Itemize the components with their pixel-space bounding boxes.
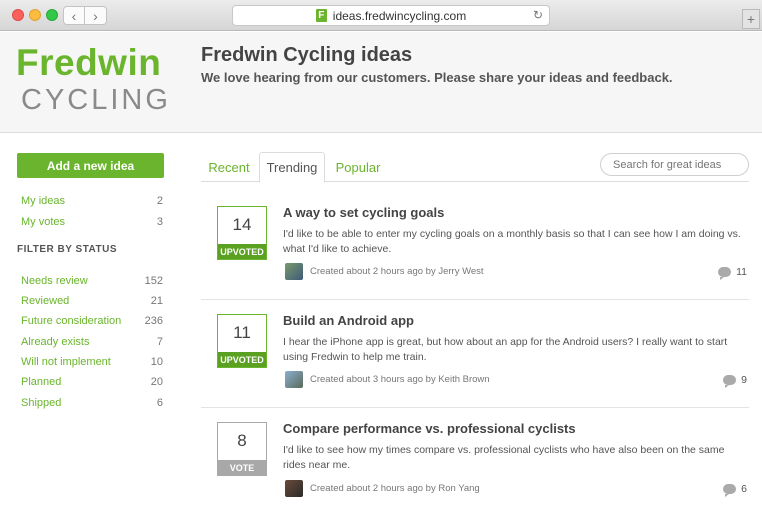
vote-count: 11 xyxy=(233,323,251,342)
comment-count-value: 11 xyxy=(736,266,747,278)
vote-button[interactable]: 8 VOTE xyxy=(217,422,267,476)
comment-icon xyxy=(718,267,732,280)
vote-count: 8 xyxy=(237,431,247,450)
idea-meta: Created about 2 hours ago by Jerry West xyxy=(310,266,484,277)
avatar xyxy=(285,480,303,497)
comment-count-value: 9 xyxy=(741,374,747,386)
sidebar-item-label: My ideas xyxy=(21,195,66,207)
tab-popular[interactable]: Popular xyxy=(327,152,389,183)
status-filter-label: Shipped xyxy=(21,397,62,409)
sidebar-item-label: My votes xyxy=(21,216,66,228)
status-filter-shipped[interactable]: Shipped 6 xyxy=(17,394,163,412)
status-filter-reviewed[interactable]: Reviewed 21 xyxy=(17,292,163,310)
sidebar-item-count: 2 xyxy=(156,195,163,207)
forward-button[interactable]: › xyxy=(85,6,107,25)
reload-icon[interactable]: ↻ xyxy=(533,8,543,22)
comment-count[interactable]: 6 xyxy=(723,483,747,497)
status-filter-count: 21 xyxy=(150,295,163,307)
search-input[interactable] xyxy=(600,153,749,176)
idea-item: 11 UPVOTED Build an Android app I hear t… xyxy=(201,300,749,408)
new-tab-button[interactable]: + xyxy=(742,9,760,29)
comment-icon xyxy=(723,484,737,497)
plus-icon: + xyxy=(746,11,756,27)
vote-status-label: VOTE xyxy=(218,460,266,475)
sidebar-item-my-votes[interactable]: My votes 3 xyxy=(17,213,163,231)
add-new-idea-button[interactable]: Add a new idea xyxy=(17,153,164,178)
status-filter-count: 10 xyxy=(150,356,163,368)
vote-status-label: UPVOTED xyxy=(218,352,266,367)
comment-count[interactable]: 11 xyxy=(718,266,747,280)
page-subtitle: We love hearing from our customers. Plea… xyxy=(201,70,673,85)
idea-title[interactable]: A way to set cycling goals xyxy=(283,205,444,220)
back-button[interactable]: ‹ xyxy=(63,6,85,25)
idea-title[interactable]: Build an Android app xyxy=(283,313,414,328)
site-favicon-icon: F xyxy=(315,9,327,22)
chevron-right-icon: › xyxy=(93,7,98,24)
avatar xyxy=(285,371,303,388)
idea-title[interactable]: Compare performance vs. professional cyc… xyxy=(283,421,576,436)
tab-trending[interactable]: Trending xyxy=(259,152,325,183)
status-filter-label: Needs review xyxy=(21,275,88,287)
chevron-left-icon: ‹ xyxy=(71,7,77,24)
comment-count[interactable]: 9 xyxy=(723,374,747,388)
site-header: Fredwin CYCLING Fredwin Cycling ideas We… xyxy=(0,32,762,133)
browser-toolbar: ‹ › F ideas.fredwincycling.com ↻ + xyxy=(0,0,762,31)
vote-box[interactable]: 14 UPVOTED xyxy=(217,206,267,260)
comment-count-value: 6 xyxy=(741,483,747,495)
status-filter-label: Reviewed xyxy=(21,295,70,307)
status-filter-label: Already exists xyxy=(21,336,90,348)
status-filter-count: 236 xyxy=(144,315,163,327)
tab-recent[interactable]: Recent xyxy=(201,152,257,183)
status-filter-label: Planned xyxy=(21,376,62,388)
sidebar-item-count: 3 xyxy=(156,216,163,228)
comment-icon xyxy=(723,375,737,388)
status-filter-count: 7 xyxy=(156,336,163,348)
idea-description: I hear the iPhone app is great, but how … xyxy=(283,336,728,363)
zoom-window-button[interactable] xyxy=(46,9,58,21)
filter-by-status-heading: FILTER BY STATUS xyxy=(17,244,118,255)
address-bar[interactable]: F ideas.fredwincycling.com ↻ xyxy=(232,5,550,26)
page-title: Fredwin Cycling ideas xyxy=(201,44,413,66)
url-text: ideas.fredwincycling.com xyxy=(332,8,467,23)
idea-description: I'd like to see how my times compare vs.… xyxy=(283,444,725,471)
status-filter-planned[interactable]: Planned 20 xyxy=(17,373,163,391)
status-filter-already-exists[interactable]: Already exists 7 xyxy=(17,333,163,351)
status-filter-count: 6 xyxy=(156,397,163,409)
status-filter-future-consideration[interactable]: Future consideration 236 xyxy=(17,312,163,330)
close-window-button[interactable] xyxy=(12,9,24,21)
avatar xyxy=(285,263,303,280)
status-filter-label: Will not implement xyxy=(21,356,111,368)
status-filter-label: Future consideration xyxy=(21,315,122,327)
vote-box[interactable]: 11 UPVOTED xyxy=(217,314,267,368)
status-filter-needs-review[interactable]: Needs review 152 xyxy=(17,272,163,290)
minimize-window-button[interactable] xyxy=(29,9,41,21)
idea-item: 14 UPVOTED A way to set cycling goals I'… xyxy=(201,192,749,300)
vote-status-label: UPVOTED xyxy=(218,244,266,259)
status-filter-count: 152 xyxy=(144,275,163,287)
idea-meta: Created about 2 hours ago by Ron Yang xyxy=(310,483,480,494)
idea-meta: Created about 3 hours ago by Keith Brown xyxy=(310,374,490,385)
logo-wordmark-top[interactable]: Fredwin xyxy=(16,42,161,84)
status-filter-will-not-implement[interactable]: Will not implement 10 xyxy=(17,353,163,371)
logo-wordmark-bottom[interactable]: CYCLING xyxy=(21,84,171,117)
vote-count: 14 xyxy=(232,215,252,234)
status-filter-count: 20 xyxy=(150,376,163,388)
idea-description: I'd like to be able to enter my cycling … xyxy=(283,228,741,255)
sidebar-item-my-ideas[interactable]: My ideas 2 xyxy=(17,192,163,210)
